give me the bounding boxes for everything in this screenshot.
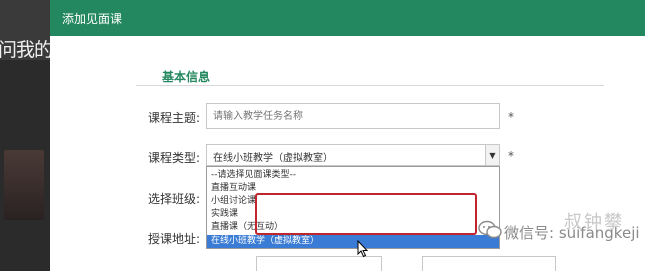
topic-input[interactable] — [207, 104, 499, 129]
required-mark: * — [508, 149, 514, 163]
class-label: 选择班级: — [148, 192, 201, 206]
highlight-annotation-box — [255, 193, 477, 235]
address-input-a[interactable] — [256, 256, 382, 271]
dropdown-option[interactable]: --请选择见面课类型-- — [207, 169, 499, 182]
wechat-watermark: 微信号: suifangkeji 叔钟攀 — [478, 208, 643, 248]
address-input-b[interactable] — [422, 256, 556, 271]
section-title: 基本信息 — [162, 70, 211, 84]
background-text: 问我的s — [0, 39, 50, 61]
type-select-value: 在线小班教学（虚拟教室） — [213, 153, 333, 164]
mouse-cursor-icon — [357, 240, 369, 258]
dropdown-option-selected[interactable]: 在线小班教学（虚拟教室） — [207, 235, 499, 248]
required-mark: * — [508, 110, 514, 124]
background-image — [4, 150, 44, 220]
dialog-title: 添加见面课 — [62, 12, 123, 26]
dialog-header: 添加见面课 — [50, 0, 645, 36]
address-label: 授课地址: — [148, 232, 201, 246]
topic-input-wrapper — [206, 103, 500, 129]
type-select[interactable]: 在线小班教学（虚拟教室） ▼ — [206, 144, 500, 166]
watermark-faded-text: 叔钟攀 — [564, 212, 624, 233]
topic-label: 课程主题: — [148, 111, 201, 125]
type-label: 课程类型: — [148, 151, 201, 165]
chevron-down-icon[interactable]: ▼ — [485, 145, 499, 165]
background-page: 问我的s — [0, 0, 50, 271]
basic-info-section: 基本信息 — [136, 64, 604, 86]
wechat-icon — [478, 220, 502, 239]
